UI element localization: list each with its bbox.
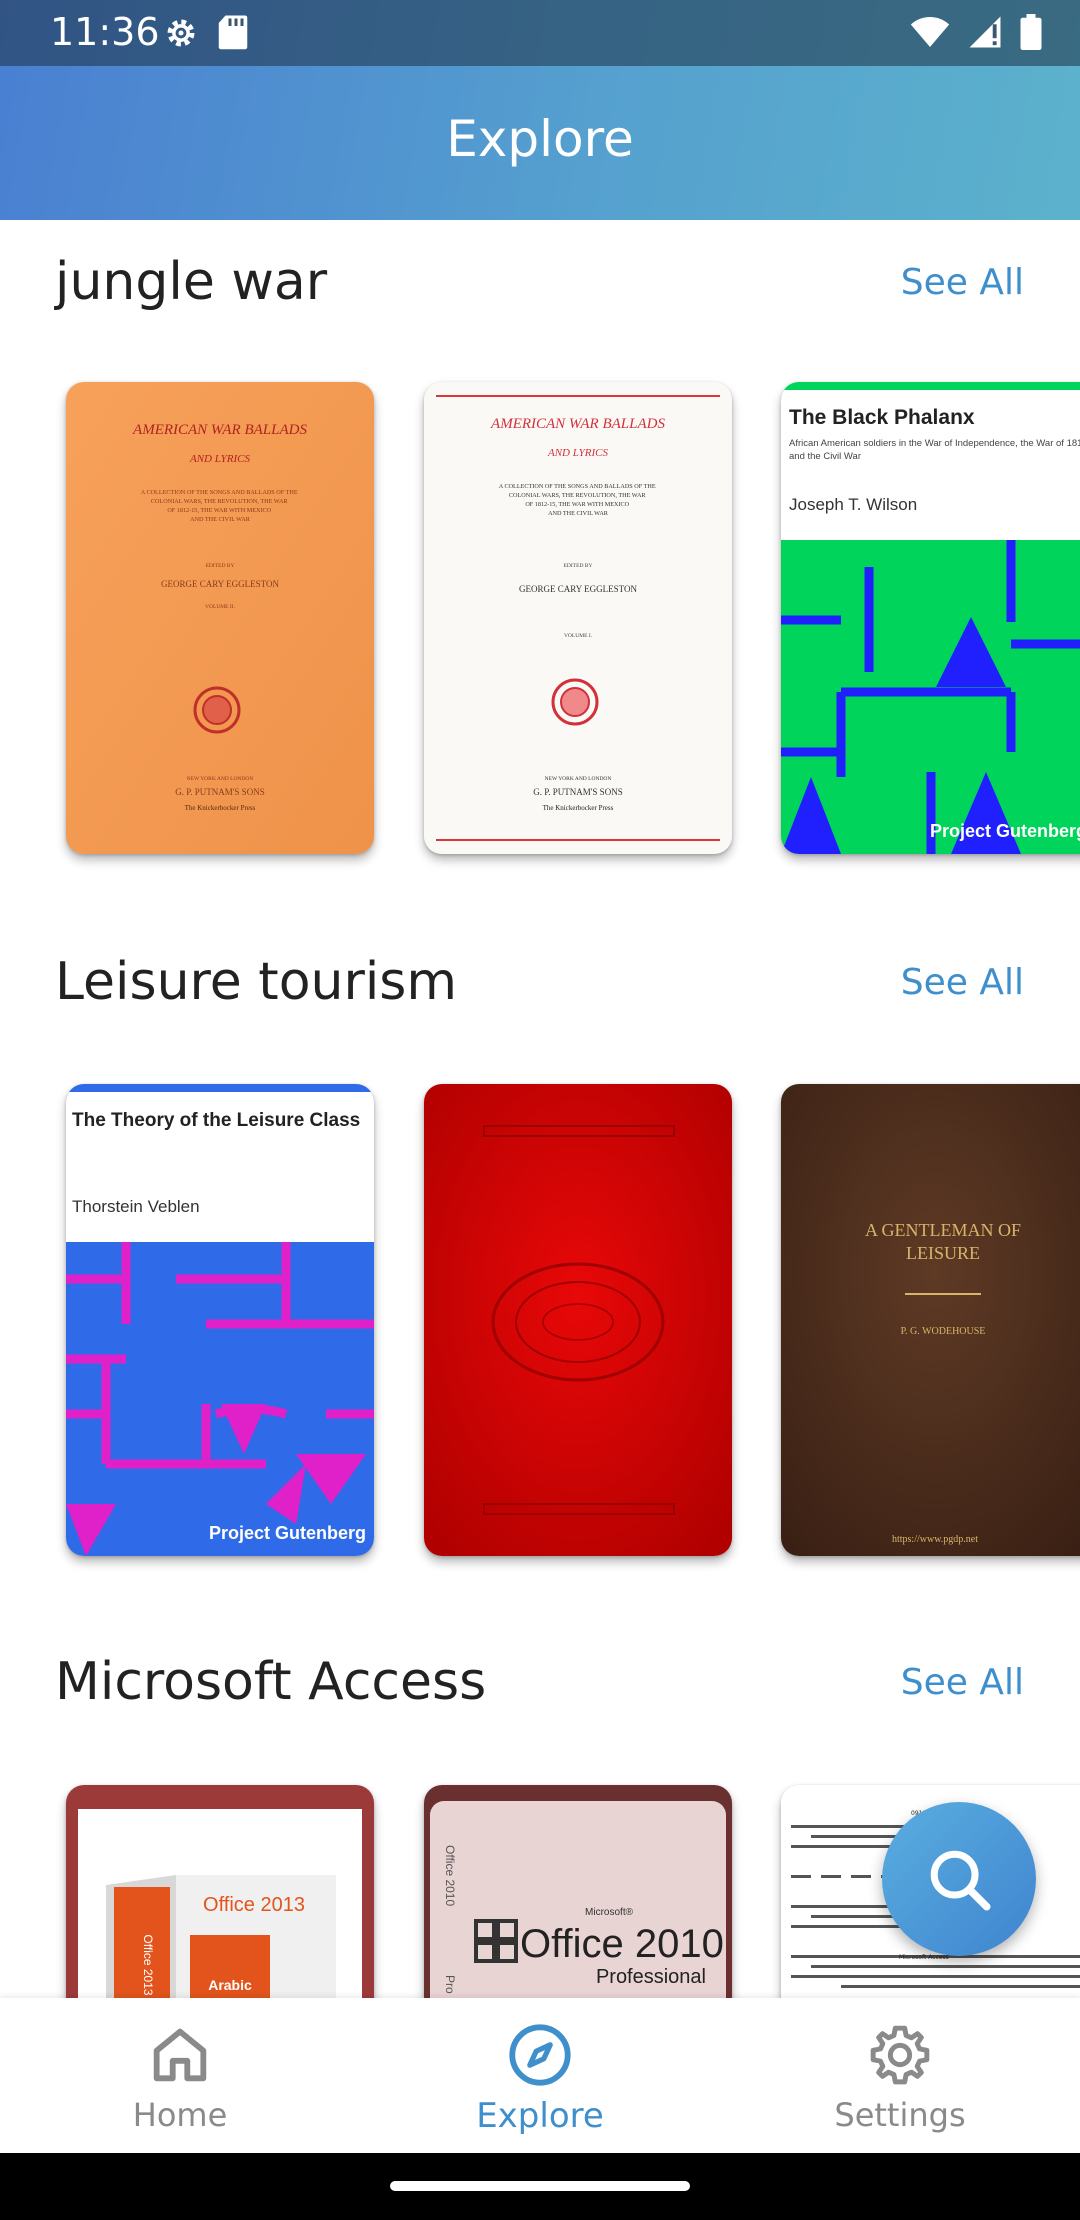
status-time: 11:36 [50,10,160,54]
nav-item-home[interactable]: Home [0,1998,360,2153]
section-title: Leisure tourism [55,952,458,1012]
book-cover-image: The Black Phalanx African American soldi… [781,382,1080,854]
book-title-line1: A GENTLEMAN OF [865,1220,1021,1240]
nav-label: Home [132,2096,228,2134]
book-card[interactable]: The Theory of the Leisure Class Thorstei… [66,1084,374,1556]
see-all-button[interactable]: See All [901,262,1024,303]
book-brand: Project Gutenberg [930,821,1080,841]
app-header: 11:36 Explore [0,0,1080,220]
nav-label: Settings [834,2096,966,2134]
bottom-navigation: Home Explore Settings [0,1998,1080,2153]
compass-icon [509,2024,571,2086]
book-spine: Office 2010 [443,1845,457,1906]
book-place: NEW YORK AND LONDON [187,776,254,782]
see-all-button[interactable]: See All [901,962,1024,1003]
book-card[interactable]: AMERICAN WAR BALLADS AND LYRICS A COLLEC… [424,382,732,854]
battery-icon [1020,14,1042,50]
search-fab-button[interactable] [882,1802,1036,1956]
book-carousel[interactable]: The Theory of the Leisure Class Thorstei… [0,1084,1080,1564]
book-cover-image: AMERICAN WAR BALLADS AND LYRICS A COLLEC… [66,382,374,854]
page-title: Explore [446,110,634,168]
book-edited-by: EDITED BY [206,563,235,569]
book-title: The Black Phalanx [789,406,975,429]
book-subtitle: AND LYRICS [547,447,608,459]
book-brand: Project Gutenberg [209,1523,366,1543]
book-cover-image [424,1084,732,1556]
book-subtitle: AND LYRICS [189,453,250,465]
book-carousel[interactable]: AMERICAN WAR BALLADS AND LYRICS A COLLEC… [0,382,1080,862]
book-cover-image: AMERICAN WAR BALLADS AND LYRICS A COLLEC… [424,382,732,854]
status-bar: 11:36 [0,0,1080,66]
book-product: Office 2010 [520,1922,724,1966]
book-editor: GEORGE CARY EGGLESTON [161,579,280,589]
search-icon [930,1850,991,1911]
sd-card-icon [218,15,248,50]
book-card[interactable]: A GENTLEMAN OF LEISURE P. G. WODEHOUSE h… [781,1084,1080,1556]
book-title: AMERICAN WAR BALLADS [490,416,665,432]
signal-icon [969,16,1001,48]
book-author: Joseph T. Wilson [789,495,917,514]
book-title: The Theory of the Leisure Class [72,1110,360,1131]
book-edited-by: EDITED BY [564,563,593,569]
section-title: Microsoft Access [55,1652,487,1712]
nav-item-settings[interactable]: Settings [720,1998,1080,2153]
book-edition: Professional [596,1966,706,1988]
book-volume: VOLUME II. [205,604,236,610]
book-card[interactable]: AMERICAN WAR BALLADS AND LYRICS A COLLEC… [66,382,374,854]
book-spine-pro: Pro [443,1975,457,1994]
wifi-icon [910,17,950,47]
book-press: The Knickerbocker Press [185,804,256,812]
book-text-line: Microsoft Access [899,1954,949,1961]
book-spine: Office 2013 [141,1934,155,1995]
book-brand: Microsoft® [585,1907,634,1918]
book-author: Thorstein Veblen [72,1197,200,1216]
explore-screen: 11:36 Explore jungle war See All AMERICA… [0,0,1080,2220]
book-publisher: G. P. PUTNAM'S SONS [533,787,622,797]
book-place: NEW YORK AND LONDON [545,776,612,782]
gear-icon [870,2025,930,2085]
section-title: jungle war [55,252,328,312]
book-product: Office 2013 [203,1894,305,1916]
book-url: https://www.pgdp.net [892,1534,978,1545]
settings-gear-icon [167,19,195,47]
book-title: AMERICAN WAR BALLADS [132,422,307,438]
book-editor: GEORGE CARY EGGLESTON [519,584,638,594]
book-press: The Knickerbocker Press [543,804,614,812]
book-cover-image: The Theory of the Leisure Class Thorstei… [66,1084,374,1556]
book-author: P. G. WODEHOUSE [901,1326,986,1337]
gesture-navigation-bar [0,2153,1080,2220]
book-publisher: G. P. PUTNAM'S SONS [175,787,264,797]
book-title-line2: LEISURE [906,1243,980,1263]
book-badge: Arabic [208,1977,252,1993]
book-volume: VOLUME I. [564,633,593,639]
nav-item-explore[interactable]: Explore [360,1998,720,2153]
home-gesture-handle[interactable] [390,2181,690,2191]
book-cover-image: A GENTLEMAN OF LEISURE P. G. WODEHOUSE h… [781,1084,1080,1556]
nav-label: Explore [476,2096,604,2136]
home-icon [153,2028,207,2082]
book-card[interactable]: The Black Phalanx African American soldi… [781,382,1080,854]
book-card[interactable] [424,1084,732,1556]
see-all-button[interactable]: See All [901,1662,1024,1703]
